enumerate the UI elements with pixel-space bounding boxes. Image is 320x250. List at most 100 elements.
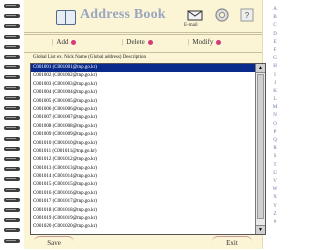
spiral-ring [4,157,20,161]
toolbar: | Add | Delete | Modify [40,38,240,50]
alphabet-letter[interactable]: Y [269,203,281,211]
divider-toolbar [24,52,262,53]
spiral-ring [4,218,20,223]
alphabet-letter[interactable]: K [269,88,281,96]
alphabet-letter[interactable]: N [269,112,281,120]
alphabet-index: A B C D E F G H I J K L M N O P Q R S T U V W X Y Z # [269,6,281,227]
spiral-ring [4,146,20,151]
list-item[interactable]: C001018 (C001018@tnp.go.kr) [31,207,256,215]
alphabet-letter[interactable]: W [269,186,281,194]
help-icon[interactable]: ? [238,6,256,24]
spiral-binding [0,0,24,249]
exit-button[interactable]: Exit [212,236,252,250]
delete-button[interactable]: | Delete [122,38,153,46]
address-listbox[interactable]: C001001 (C001001@tnp.go.kr) C001002 (C001… [30,63,266,235]
spiral-ring [4,55,20,59]
modify-label: Modify [192,38,214,46]
alphabet-letter[interactable]: R [269,145,281,153]
scroll-thumb[interactable] [257,74,264,219]
list-item[interactable]: C001001 (C001001@tnp.go.kr) [31,64,256,73]
svg-text:?: ? [245,11,250,20]
alphabet-letter[interactable]: S [269,153,281,161]
settings-icon[interactable] [213,6,231,24]
address-book-window: Address Book E-mail ? | Add | Delete | Modi… [0,0,283,249]
list-item[interactable]: C001006 (C001006@tnp.go.kr) [31,106,256,114]
add-label: Add [56,38,69,46]
alphabet-letter[interactable]: G [269,55,281,63]
alphabet-letter[interactable]: U [269,170,281,178]
spiral-ring [4,44,20,49]
scrollbar[interactable]: ▲ ▼ [255,64,265,234]
spiral-ring [4,85,20,90]
email-label[interactable]: E-mail [184,23,198,28]
alphabet-letter[interactable]: P [269,129,281,137]
add-button[interactable]: | Add [52,38,77,46]
alphabet-letter[interactable]: F [269,47,281,55]
list-item[interactable]: C001008 (C001008@tnp.go.kr) [31,123,256,131]
scroll-up-arrow[interactable]: ▲ [256,64,265,73]
list-item[interactable]: C001012 (C001012@tnp.go.kr) [31,156,256,164]
spiral-ring [4,208,20,212]
list-item[interactable]: C001010 (C001010@tnp.go.kr) [31,140,256,148]
alphabet-letter[interactable]: H [269,63,281,71]
spiral-ring [4,136,20,141]
modify-button[interactable]: | Modify [188,38,222,46]
alphabet-letter[interactable]: D [269,31,281,39]
list-item[interactable]: C001007 (C001007@tnp.go.kr) [31,114,256,122]
alphabet-letter[interactable]: T [269,162,281,170]
email-icon[interactable] [186,6,204,24]
alphabet-letter[interactable]: # [269,219,281,227]
list-item[interactable]: C001015 (C001015@tnp.go.kr) [31,181,256,189]
spiral-ring [4,238,20,243]
spiral-ring [4,116,20,121]
spiral-ring [4,126,20,131]
spiral-ring [4,187,20,192]
alphabet-letter[interactable]: M [269,104,281,112]
app-title: Address Book [80,7,166,22]
alphabet-letter[interactable]: I [269,72,281,80]
alphabet-letter[interactable]: L [269,96,281,104]
alphabet-letter[interactable]: O [269,121,281,129]
list-item[interactable]: C001009 (C001009@tnp.go.kr) [31,131,256,139]
list-item[interactable]: C001017 (C001017@tnp.go.kr) [31,198,256,206]
address-book-icon [56,10,76,25]
divider-top-2 [24,34,262,35]
spiral-ring [4,106,20,110]
save-button[interactable]: Save [34,236,74,250]
alphabet-letter[interactable]: Z [269,211,281,219]
list-item[interactable]: C001002 (C001002@tnp.go.kr) [31,72,256,80]
alphabet-letter[interactable]: A [269,6,281,14]
address-list: C001001 (C001001@tnp.go.kr) C001002 (C001… [31,64,256,234]
list-item[interactable]: C001014 (C001014@tnp.go.kr) [31,173,256,181]
list-header: Global List ex. Nick Name (Global addres… [33,55,147,60]
spiral-ring [4,197,20,202]
list-item[interactable]: C001019 (C001019@tnp.go.kr) [31,215,256,223]
scroll-down-arrow[interactable]: ▼ [256,225,265,234]
alphabet-letter[interactable]: Q [269,137,281,145]
spiral-ring [4,4,20,8]
alphabet-letter[interactable]: X [269,194,281,202]
list-item[interactable]: C001013 (C001013@tnp.go.kr) [31,165,256,173]
spiral-ring [4,167,20,172]
delete-label: Delete [126,38,145,46]
list-item[interactable]: C001020 (C001020@tnp.go.kr) [31,223,256,231]
list-item[interactable]: C001011 (C001011@tnp.go.kr) [31,148,256,156]
alphabet-letter[interactable]: V [269,178,281,186]
alphabet-letter[interactable]: C [269,22,281,30]
alphabet-letter[interactable]: E [269,39,281,47]
list-item[interactable]: C001004 (C001004@tnp.go.kr) [31,89,256,97]
spiral-ring [4,177,20,182]
list-item[interactable]: C001005 (C001005@tnp.go.kr) [31,98,256,106]
alphabet-letter[interactable]: J [269,80,281,88]
spiral-ring [4,34,20,39]
spiral-ring [4,95,20,100]
alphabet-letter[interactable]: B [269,14,281,22]
spiral-ring [4,75,20,80]
list-item[interactable]: C001016 (C001016@tnp.go.kr) [31,190,256,198]
list-item[interactable]: C001003 (C001003@tnp.go.kr) [31,81,256,89]
header: Address Book E-mail ? [36,4,254,28]
spiral-ring [4,65,20,70]
spiral-ring [4,24,20,29]
spiral-ring [4,14,20,19]
spiral-ring [4,228,20,233]
